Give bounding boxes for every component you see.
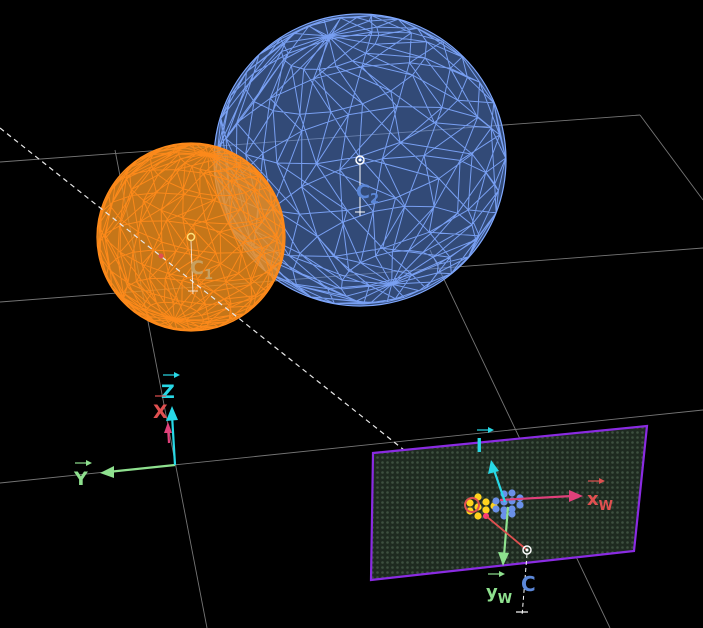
world-z-label: Z — [161, 381, 175, 403]
y-axis-arrowhead — [100, 466, 114, 478]
projected-dot — [508, 510, 516, 518]
image-yw-label: yW — [486, 582, 512, 607]
projected-dot — [508, 489, 516, 497]
z-axis-arrowhead — [166, 406, 178, 421]
projected-dot — [482, 498, 490, 506]
projected-dot — [492, 505, 500, 513]
sphere-c1 — [96, 142, 286, 332]
projected-dot — [474, 512, 482, 520]
x-axis-arrowhead — [164, 422, 172, 433]
world-y-label: Y — [73, 468, 88, 490]
world-x-label: X — [153, 401, 168, 423]
projected-dot — [482, 506, 490, 514]
projected-dot — [516, 501, 524, 509]
3d-scene: C2 C1 Z X Y l xW yW C — [0, 13, 703, 628]
image-l-label: l — [476, 435, 483, 457]
world-axis-labels: Z X Y — [73, 372, 180, 490]
projected-dot — [492, 497, 500, 505]
camera-c-label: C — [521, 572, 536, 596]
